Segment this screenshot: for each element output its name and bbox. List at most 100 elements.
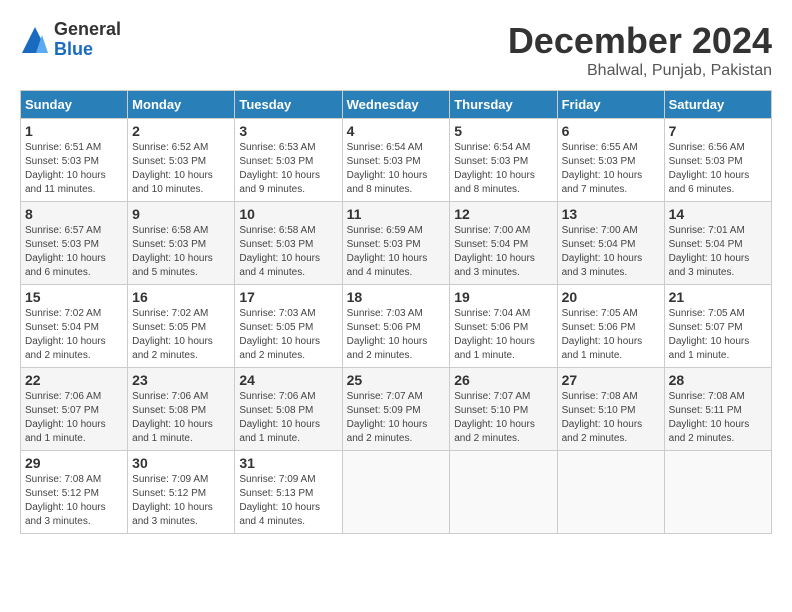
day-number: 4: [347, 123, 446, 139]
day-number: 14: [669, 206, 767, 222]
table-row: 3 Sunrise: 6:53 AM Sunset: 5:03 PM Daylig…: [235, 119, 342, 202]
calendar-week-row: 8 Sunrise: 6:57 AM Sunset: 5:03 PM Daylig…: [21, 202, 772, 285]
table-row: 22 Sunrise: 7:06 AM Sunset: 5:07 PM Dayli…: [21, 368, 128, 451]
table-row: 15Sunrise: 7:02 AM Sunset: 5:04 PM Dayli…: [21, 285, 128, 368]
day-number: 21: [669, 289, 767, 305]
day-info: Sunrise: 7:06 AM Sunset: 5:08 PM Dayligh…: [239, 390, 337, 446]
day-number: 9: [132, 206, 230, 222]
calendar-table: Sunday Monday Tuesday Wednesday Thursday…: [20, 90, 772, 534]
table-row: 12 Sunrise: 7:00 AM Sunset: 5:04 PM Dayli…: [450, 202, 557, 285]
day-info: Sunrise: 7:01 AM Sunset: 5:04 PM Dayligh…: [669, 224, 767, 280]
day-info: Sunrise: 7:08 AM Sunset: 5:12 PM Dayligh…: [25, 473, 123, 529]
day-number: 10: [239, 206, 337, 222]
table-row: 25 Sunrise: 7:07 AM Sunset: 5:09 PM Dayli…: [342, 368, 450, 451]
day-number: 28: [669, 372, 767, 388]
header-monday: Monday: [128, 91, 235, 119]
table-row: 1Sunrise: 6:51 AM Sunset: 5:03 PM Daylig…: [21, 119, 128, 202]
day-number: 8: [25, 206, 123, 222]
header-tuesday: Tuesday: [235, 91, 342, 119]
day-number: 3: [239, 123, 337, 139]
day-info: Sunrise: 7:09 AM Sunset: 5:12 PM Dayligh…: [132, 473, 230, 529]
title-area: December 2024 Bhalwal, Punjab, Pakistan: [508, 20, 772, 80]
day-info: Sunrise: 7:00 AM Sunset: 5:04 PM Dayligh…: [454, 224, 552, 280]
day-info: Sunrise: 6:58 AM Sunset: 5:03 PM Dayligh…: [239, 224, 337, 280]
table-row: 17 Sunrise: 7:03 AM Sunset: 5:05 PM Dayli…: [235, 285, 342, 368]
day-number: 17: [239, 289, 337, 305]
table-row: 7 Sunrise: 6:56 AM Sunset: 5:03 PM Daylig…: [664, 119, 771, 202]
month-title: December 2024: [508, 20, 772, 62]
day-info: Sunrise: 6:57 AM Sunset: 5:03 PM Dayligh…: [25, 224, 123, 280]
day-info: Sunrise: 7:05 AM Sunset: 5:07 PM Dayligh…: [669, 307, 767, 363]
day-number: 7: [669, 123, 767, 139]
day-number: 11: [347, 206, 446, 222]
day-number: 16: [132, 289, 230, 305]
table-row: 24 Sunrise: 7:06 AM Sunset: 5:08 PM Dayli…: [235, 368, 342, 451]
header-saturday: Saturday: [664, 91, 771, 119]
calendar-week-row: 15Sunrise: 7:02 AM Sunset: 5:04 PM Dayli…: [21, 285, 772, 368]
logo: General Blue: [20, 20, 121, 60]
day-info: Sunrise: 7:02 AM Sunset: 5:05 PM Dayligh…: [132, 307, 230, 363]
calendar-week-row: 29 Sunrise: 7:08 AM Sunset: 5:12 PM Dayli…: [21, 451, 772, 534]
logo-blue: Blue: [54, 40, 121, 60]
day-number: 13: [562, 206, 660, 222]
table-row: 16 Sunrise: 7:02 AM Sunset: 5:05 PM Dayli…: [128, 285, 235, 368]
table-row: [450, 451, 557, 534]
day-number: 20: [562, 289, 660, 305]
table-row: [342, 451, 450, 534]
table-row: 10 Sunrise: 6:58 AM Sunset: 5:03 PM Dayli…: [235, 202, 342, 285]
day-info: Sunrise: 7:06 AM Sunset: 5:07 PM Dayligh…: [25, 390, 123, 446]
day-number: 25: [347, 372, 446, 388]
header-friday: Friday: [557, 91, 664, 119]
table-row: 8 Sunrise: 6:57 AM Sunset: 5:03 PM Daylig…: [21, 202, 128, 285]
day-number: 18: [347, 289, 446, 305]
table-row: 29 Sunrise: 7:08 AM Sunset: 5:12 PM Dayli…: [21, 451, 128, 534]
day-number: 22: [25, 372, 123, 388]
day-info: Sunrise: 6:53 AM Sunset: 5:03 PM Dayligh…: [239, 141, 337, 197]
table-row: 13 Sunrise: 7:00 AM Sunset: 5:04 PM Dayli…: [557, 202, 664, 285]
day-info: Sunrise: 7:02 AM Sunset: 5:04 PM Dayligh…: [25, 307, 123, 363]
table-row: 14 Sunrise: 7:01 AM Sunset: 5:04 PM Dayli…: [664, 202, 771, 285]
day-info: Sunrise: 6:58 AM Sunset: 5:03 PM Dayligh…: [132, 224, 230, 280]
day-number: 1: [25, 123, 123, 139]
header-sunday: Sunday: [21, 91, 128, 119]
table-row: 4 Sunrise: 6:54 AM Sunset: 5:03 PM Daylig…: [342, 119, 450, 202]
table-row: 6 Sunrise: 6:55 AM Sunset: 5:03 PM Daylig…: [557, 119, 664, 202]
day-info: Sunrise: 6:59 AM Sunset: 5:03 PM Dayligh…: [347, 224, 446, 280]
day-info: Sunrise: 6:54 AM Sunset: 5:03 PM Dayligh…: [454, 141, 552, 197]
table-row: 21 Sunrise: 7:05 AM Sunset: 5:07 PM Dayli…: [664, 285, 771, 368]
day-info: Sunrise: 7:03 AM Sunset: 5:05 PM Dayligh…: [239, 307, 337, 363]
day-number: 5: [454, 123, 552, 139]
table-row: 26Sunrise: 7:07 AM Sunset: 5:10 PM Dayli…: [450, 368, 557, 451]
day-info: Sunrise: 6:56 AM Sunset: 5:03 PM Dayligh…: [669, 141, 767, 197]
day-info: Sunrise: 7:08 AM Sunset: 5:11 PM Dayligh…: [669, 390, 767, 446]
table-row: 20Sunrise: 7:05 AM Sunset: 5:06 PM Dayli…: [557, 285, 664, 368]
day-info: Sunrise: 6:54 AM Sunset: 5:03 PM Dayligh…: [347, 141, 446, 197]
day-info: Sunrise: 7:07 AM Sunset: 5:09 PM Dayligh…: [347, 390, 446, 446]
day-number: 2: [132, 123, 230, 139]
header-wednesday: Wednesday: [342, 91, 450, 119]
day-number: 24: [239, 372, 337, 388]
table-row: 23Sunrise: 7:06 AM Sunset: 5:08 PM Dayli…: [128, 368, 235, 451]
logo-icon: [20, 25, 50, 55]
day-info: Sunrise: 7:00 AM Sunset: 5:04 PM Dayligh…: [562, 224, 660, 280]
day-number: 12: [454, 206, 552, 222]
day-number: 31: [239, 455, 337, 471]
table-row: 28 Sunrise: 7:08 AM Sunset: 5:11 PM Dayli…: [664, 368, 771, 451]
day-info: Sunrise: 7:07 AM Sunset: 5:10 PM Dayligh…: [454, 390, 552, 446]
table-row: 27Sunrise: 7:08 AM Sunset: 5:10 PM Dayli…: [557, 368, 664, 451]
calendar-week-row: 22 Sunrise: 7:06 AM Sunset: 5:07 PM Dayli…: [21, 368, 772, 451]
day-info: Sunrise: 6:55 AM Sunset: 5:03 PM Dayligh…: [562, 141, 660, 197]
table-row: 11 Sunrise: 6:59 AM Sunset: 5:03 PM Dayli…: [342, 202, 450, 285]
header-thursday: Thursday: [450, 91, 557, 119]
day-info: Sunrise: 7:06 AM Sunset: 5:08 PM Dayligh…: [132, 390, 230, 446]
day-number: 29: [25, 455, 123, 471]
day-info: Sunrise: 7:09 AM Sunset: 5:13 PM Dayligh…: [239, 473, 337, 529]
day-number: 19: [454, 289, 552, 305]
day-info: Sunrise: 6:52 AM Sunset: 5:03 PM Dayligh…: [132, 141, 230, 197]
day-info: Sunrise: 7:03 AM Sunset: 5:06 PM Dayligh…: [347, 307, 446, 363]
table-row: [557, 451, 664, 534]
day-number: 6: [562, 123, 660, 139]
table-row: 5 Sunrise: 6:54 AM Sunset: 5:03 PM Daylig…: [450, 119, 557, 202]
day-number: 30: [132, 455, 230, 471]
day-number: 27: [562, 372, 660, 388]
